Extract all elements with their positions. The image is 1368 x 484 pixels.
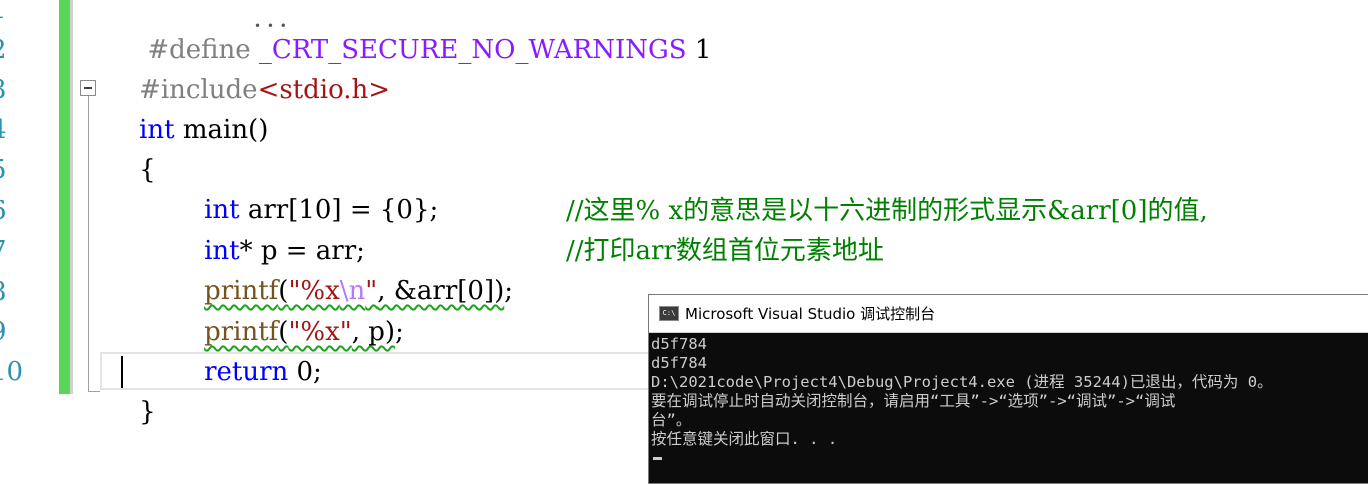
code-text: 0; xyxy=(288,357,322,387)
line-number: 3 xyxy=(0,70,7,110)
code-text: main() xyxy=(174,115,269,145)
line-number: 6 xyxy=(0,191,7,231)
console-title: Microsoft Visual Studio 调试控制台 xyxy=(685,305,936,323)
console-output[interactable]: d5f784 d5f784 D:\2021code\Project4\Debug… xyxy=(649,333,1368,460)
code-line-2[interactable]: #include<stdio.h> xyxy=(106,30,390,105)
console-line: D:\2021code\Project4\Debug\Project4.exe … xyxy=(651,373,1273,391)
code-line-1[interactable]: #define _CRT_SECURE_NO_WARNINGS 1 xyxy=(106,0,711,65)
fold-guide-end xyxy=(88,391,100,392)
debug-console-window[interactable]: C:\ Microsoft Visual Studio 调试控制台 d5f784… xyxy=(648,294,1368,484)
code-text: , p) xyxy=(351,317,396,347)
code-line-10[interactable]: } xyxy=(106,352,156,427)
code-text: ; xyxy=(504,276,514,306)
console-line: d5f784 xyxy=(651,335,707,353)
code-line-4[interactable]: { xyxy=(106,110,156,185)
console-line: 按任意键关闭此窗口. . . xyxy=(651,430,838,448)
change-tracking-bar xyxy=(59,0,70,394)
code-text: { xyxy=(139,155,156,185)
code-line-3[interactable]: int main() xyxy=(106,70,268,145)
code-comment: //这里% x的意思是以十六进制的形式显示&arr[0]的值, xyxy=(566,196,1208,226)
collapse-icon[interactable] xyxy=(80,80,96,96)
code-line-7[interactable]: printf("%x\n", &arr[0]); xyxy=(171,231,513,306)
console-line: 要在调试停止时自动关闭控制台，请启用“工具”->“选项”->“调试”->“调试 xyxy=(651,392,1176,410)
line-number: 9 xyxy=(0,312,7,352)
line-number: 7 xyxy=(0,231,7,271)
line-number: 5 xyxy=(0,150,7,190)
code-line-9[interactable]: return 0; xyxy=(171,312,322,387)
macro-value: 1 xyxy=(686,35,712,65)
code-text: ; xyxy=(395,317,404,347)
gutter-separator xyxy=(70,0,73,394)
code-line-6[interactable]: int* p = arr; xyxy=(171,191,365,266)
include-header: <stdio.h> xyxy=(257,75,391,105)
code-line-5[interactable]: int arr[10] = {0}; xyxy=(171,150,438,225)
console-app-icon: C:\ xyxy=(659,306,679,321)
console-line: d5f784 xyxy=(651,354,707,372)
console-line: 台”。 xyxy=(651,411,692,429)
line-number: 4 xyxy=(0,110,7,150)
keyword: return xyxy=(204,357,289,387)
code-line-8[interactable]: printf("%x", p); xyxy=(171,272,404,347)
line-number: 8 xyxy=(0,272,7,312)
line-number: 10 xyxy=(0,357,24,387)
code-text: } xyxy=(139,397,156,427)
code-comment: //打印arr数组首位元素地址 xyxy=(566,236,884,266)
line-number: 2 xyxy=(0,30,7,70)
line-number: 1 xyxy=(0,0,7,30)
console-title-bar[interactable]: C:\ Microsoft Visual Studio 调试控制台 xyxy=(649,295,1368,333)
console-cursor xyxy=(653,457,662,460)
fold-guide xyxy=(88,96,89,392)
